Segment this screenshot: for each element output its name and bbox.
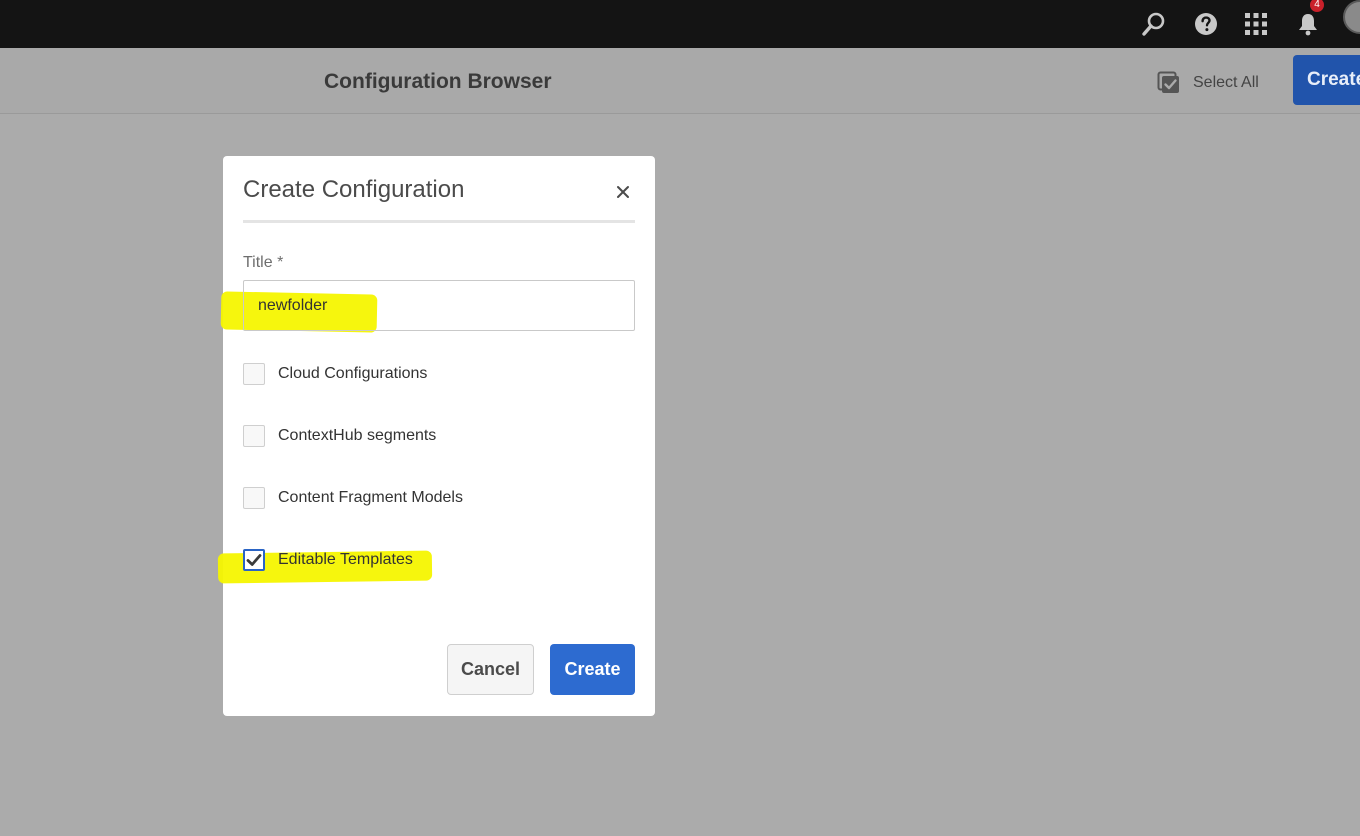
checkbox-label: ContextHub segments: [278, 427, 437, 444]
shell-top-bar: 4: [0, 0, 1360, 48]
dialog-title: Create Configuration: [243, 176, 465, 203]
title-input[interactable]: [243, 280, 635, 331]
checkbox-box[interactable]: [243, 487, 265, 509]
checkbox-contexthub-segments[interactable]: ContextHub segments: [243, 424, 436, 448]
cancel-button[interactable]: Cancel: [447, 644, 534, 695]
checkbox-box-checked[interactable]: [243, 549, 265, 571]
checkbox-label: Editable Templates: [278, 551, 413, 568]
checkbox-box[interactable]: [243, 425, 265, 447]
select-all-button[interactable]: Select All: [1157, 71, 1259, 95]
checkbox-box[interactable]: [243, 363, 265, 385]
select-all-label: Select All: [1193, 74, 1259, 91]
title-field-label: Title *: [243, 254, 284, 271]
header-create-button[interactable]: Create: [1293, 55, 1360, 105]
search-icon[interactable]: [1136, 0, 1172, 48]
apps-grid-icon[interactable]: [1238, 0, 1274, 48]
checkbox-editable-templates[interactable]: Editable Templates: [243, 548, 413, 572]
close-icon[interactable]: [613, 182, 633, 202]
avatar[interactable]: [1343, 0, 1360, 34]
bell-icon[interactable]: 4: [1290, 0, 1326, 48]
create-button[interactable]: Create: [550, 644, 635, 695]
create-configuration-dialog: Create Configuration Title * Cloud Confi…: [217, 156, 655, 716]
page-title: Configuration Browser: [324, 70, 552, 93]
checkbox-cloud-configurations[interactable]: Cloud Configurations: [243, 362, 427, 386]
notification-count-badge: 4: [1310, 0, 1324, 12]
action-bar: Configuration Browser Select All Create: [0, 48, 1360, 114]
checkmark-icon: [246, 554, 262, 566]
checkbox-label: Cloud Configurations: [278, 365, 428, 382]
help-icon[interactable]: [1188, 0, 1224, 48]
checkbox-label: Content Fragment Models: [278, 489, 463, 506]
dialog-divider: [243, 220, 635, 223]
select-all-icon: [1157, 71, 1179, 93]
checkbox-content-fragment-models[interactable]: Content Fragment Models: [243, 486, 463, 510]
